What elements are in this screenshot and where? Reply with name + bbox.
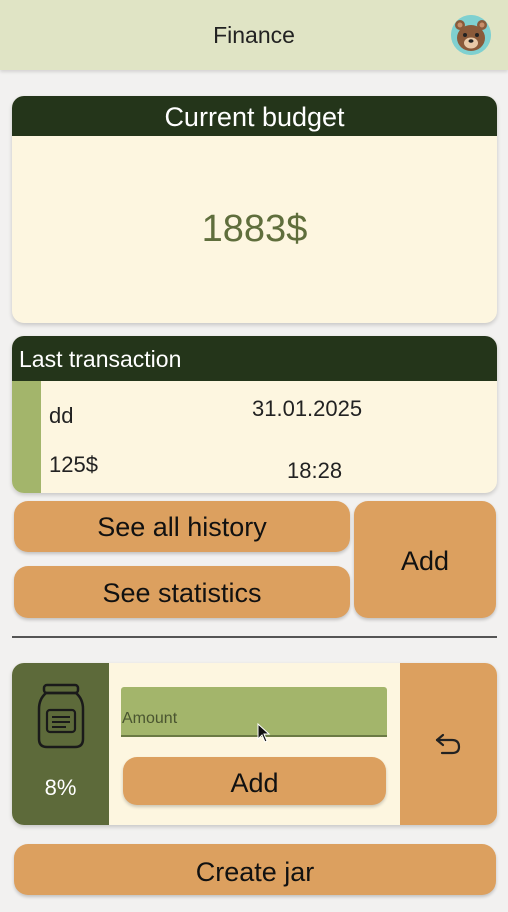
mouse-cursor-icon: [257, 723, 271, 743]
last-transaction-header: Last transaction: [12, 336, 497, 381]
transaction-date: 31.01.2025: [252, 396, 363, 421]
app-title: Finance: [213, 22, 295, 48]
create-jar-button[interactable]: Create jar: [14, 844, 496, 895]
app-bar: Finance: [0, 0, 508, 70]
transaction-amount: 125$: [49, 452, 98, 477]
jar-add-button[interactable]: Add: [123, 757, 386, 805]
jar-summary[interactable]: 8%: [12, 663, 109, 825]
transaction-time: 18:28: [287, 458, 343, 483]
add-transaction-button[interactable]: Add: [354, 501, 496, 618]
undo-icon: [435, 733, 461, 755]
jar-card: 8% Add: [12, 663, 497, 825]
see-statistics-button[interactable]: See statistics: [14, 566, 350, 618]
jar-percent: 8%: [44, 775, 77, 800]
see-all-history-button[interactable]: See all history: [14, 501, 350, 552]
budget-header: Current budget: [12, 96, 497, 136]
budget-card: Current budget 1883$: [12, 96, 497, 323]
amount-input[interactable]: [121, 687, 387, 737]
transaction-name: dd: [49, 403, 74, 428]
last-transaction-card[interactable]: Last transaction dd 125$ 31.01.2025 18:2…: [12, 336, 497, 493]
divider: [12, 636, 497, 638]
jar-icon: [37, 683, 85, 749]
undo-button[interactable]: [400, 663, 497, 825]
transaction-color-strip: [12, 381, 41, 493]
bear-avatar-icon: [451, 15, 491, 55]
budget-amount: 1883$: [201, 208, 308, 250]
avatar[interactable]: [451, 15, 491, 55]
